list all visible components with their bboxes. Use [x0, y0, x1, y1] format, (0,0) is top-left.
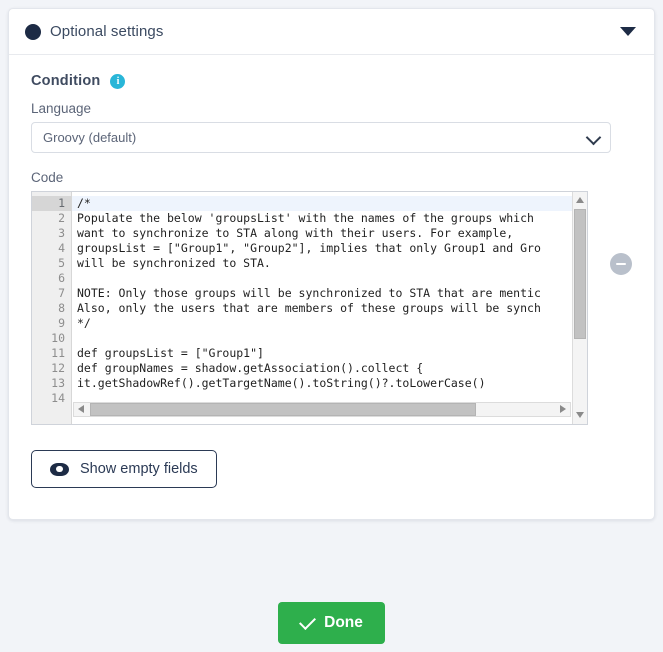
code-line[interactable] [72, 271, 587, 286]
line-number: 2 [58, 211, 65, 225]
line-number: 10 [51, 331, 65, 345]
line-number: 4 [58, 241, 65, 255]
vertical-scroll-thumb[interactable] [574, 209, 586, 339]
scroll-right-icon[interactable] [560, 405, 566, 413]
code-editor-row: 1 2 3 4 5 6 7 8 9 10 11 12 13 14 /* Populate the below… [31, 191, 632, 425]
card-header[interactable]: Optional settings [9, 9, 654, 55]
code-line[interactable]: def groupsList = ["Group1"] [72, 346, 587, 361]
line-number: 7 [58, 286, 65, 300]
line-number: 3 [58, 226, 65, 240]
code-line[interactable]: /* [72, 196, 587, 211]
code-line[interactable] [72, 331, 587, 346]
code-line[interactable]: want to synchronize to STA along with th… [72, 226, 587, 241]
code-line[interactable]: */ [72, 316, 587, 331]
code-line[interactable]: groupsList = ["Group1", "Group2"], impli… [72, 241, 587, 256]
condition-heading: Condition [31, 73, 101, 89]
line-number: 6 [58, 271, 65, 285]
chevron-down-icon[interactable] [620, 27, 636, 36]
line-number: 11 [51, 346, 65, 360]
editor-horizontal-scrollbar[interactable] [73, 402, 571, 417]
scroll-left-icon[interactable] [78, 405, 84, 413]
line-number: 1 [32, 196, 71, 211]
line-number: 9 [58, 316, 65, 330]
show-empty-fields-label: Show empty fields [80, 461, 198, 477]
eye-icon [50, 462, 69, 476]
page-title: Optional settings [50, 23, 164, 40]
check-icon [299, 612, 317, 630]
info-icon[interactable]: i [110, 73, 126, 89]
optional-settings-card: Optional settings Condition i Language G… [8, 8, 655, 520]
code-line[interactable]: Populate the below 'groupsList' with the… [72, 211, 587, 226]
line-number-gutter: 1 2 3 4 5 6 7 8 9 10 11 12 13 14 [32, 192, 72, 424]
code-line[interactable]: will be synchronized to STA. [72, 256, 587, 271]
line-number: 13 [51, 376, 65, 390]
code-label: Code [31, 170, 64, 185]
code-line[interactable]: def groupNames = shadow.getAssociation()… [72, 361, 587, 376]
code-text-area[interactable]: /* Populate the below 'groupsList' with t… [72, 192, 587, 424]
condition-section-head: Condition i [31, 73, 632, 89]
language-select[interactable]: Groovy (default) [31, 122, 611, 153]
code-editor[interactable]: 1 2 3 4 5 6 7 8 9 10 11 12 13 14 /* Populate the below… [31, 191, 588, 425]
code-line[interactable]: NOTE: Only those groups will be synchron… [72, 286, 587, 301]
scroll-down-icon[interactable] [576, 412, 584, 418]
minus-circle-icon[interactable] [610, 253, 632, 275]
language-label: Language [31, 101, 92, 116]
minus-bar [616, 263, 626, 265]
card-body: Condition i Language Groovy (default) Co… [9, 55, 654, 488]
filled-circle-icon [25, 23, 41, 40]
line-number: 14 [51, 391, 65, 405]
language-select-wrapper: Groovy (default) [31, 122, 611, 153]
show-empty-fields-button[interactable]: Show empty fields [31, 450, 217, 488]
horizontal-scroll-thumb[interactable] [90, 403, 476, 416]
code-line[interactable]: Also, only the users that are members of… [72, 301, 587, 316]
line-number: 12 [51, 361, 65, 375]
editor-vertical-scrollbar[interactable] [572, 192, 587, 424]
code-line[interactable]: it.getShadowRef().getTargetName().toStri… [72, 376, 587, 391]
scroll-up-icon[interactable] [576, 197, 584, 203]
done-button-label: Done [324, 614, 363, 631]
line-number: 5 [58, 256, 65, 270]
footer-actions: Done [0, 602, 663, 644]
done-button[interactable]: Done [278, 602, 385, 644]
line-number: 8 [58, 301, 65, 315]
